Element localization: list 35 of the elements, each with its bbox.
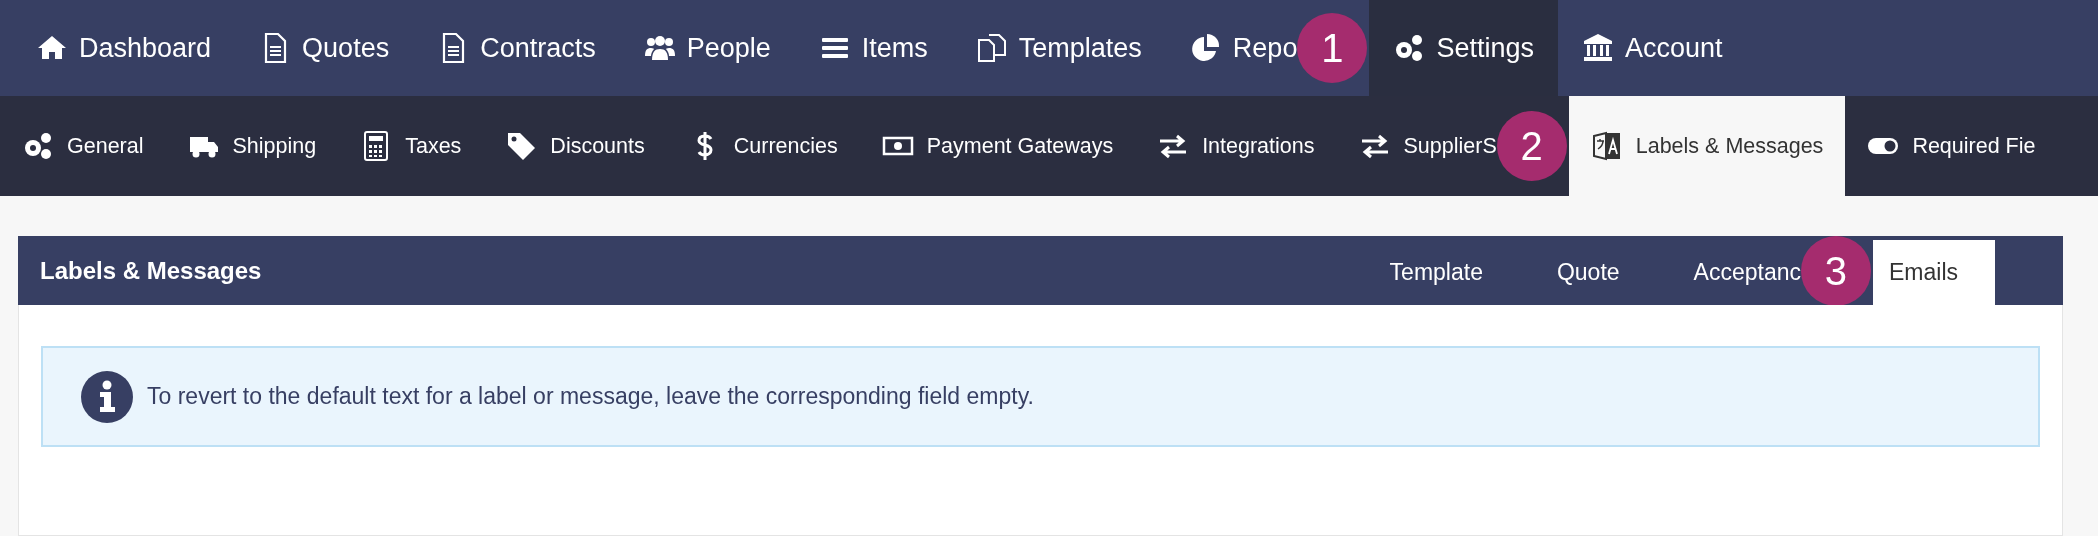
subnav-tab[interactable]: Labels & Messages bbox=[1568, 96, 1846, 196]
subnav-tab[interactable]: SupplierS bbox=[1336, 96, 1497, 196]
bank-icon bbox=[1581, 32, 1614, 64]
subnav-tab[interactable]: Integrations bbox=[1135, 96, 1337, 196]
topnav-tab[interactable]: Items bbox=[794, 0, 952, 96]
topnav-tab[interactable]: Quotes bbox=[235, 0, 414, 96]
step-number-badge: 3 bbox=[1801, 235, 1871, 306]
info-message: To revert to the default text for a label or message, leave the corresponding field empty. bbox=[147, 382, 1034, 412]
panel-tab[interactable]: Acceptanc bbox=[1656, 240, 1801, 305]
topnav-tab[interactable]: Repo bbox=[1165, 0, 1298, 96]
panel-tab[interactable]: Emails bbox=[1873, 240, 1995, 305]
info-icon bbox=[81, 370, 133, 423]
topnav-tab[interactable]: Settings bbox=[1369, 0, 1558, 96]
subnav-tab[interactable]: Currencies bbox=[666, 96, 860, 196]
topnav-tab[interactable]: Templates bbox=[951, 0, 1166, 96]
pie-icon bbox=[1189, 32, 1222, 64]
step-number-badge: 1 bbox=[1297, 13, 1368, 83]
topnav-tab[interactable]: Dashboard bbox=[12, 0, 236, 96]
subnav-tab[interactable]: Payment Gateways bbox=[859, 96, 1136, 196]
gears-icon bbox=[22, 130, 54, 162]
subnav-tab[interactable]: General bbox=[0, 96, 166, 196]
panel-tab[interactable]: Template bbox=[1352, 240, 1520, 305]
subnav-tab[interactable]: Required Fie bbox=[1845, 96, 2058, 196]
panel-title: Labels & Messages bbox=[39, 255, 262, 286]
subnav-tab[interactable]: Shipping bbox=[165, 96, 339, 196]
copy-icon bbox=[975, 32, 1008, 64]
tag-icon bbox=[505, 130, 538, 162]
subnav-tab[interactable]: Taxes bbox=[338, 96, 484, 196]
topnav-tab[interactable]: Account bbox=[1557, 0, 1747, 96]
panel-tab[interactable]: Quote bbox=[1519, 240, 1657, 305]
topnav-tab[interactable]: People bbox=[619, 0, 795, 96]
lang-icon bbox=[1590, 130, 1623, 162]
step-number-badge: 2 bbox=[1496, 111, 1567, 181]
subnav-tab[interactable]: Discounts bbox=[483, 96, 667, 196]
topnav-tab[interactable]: Contracts bbox=[413, 0, 620, 96]
